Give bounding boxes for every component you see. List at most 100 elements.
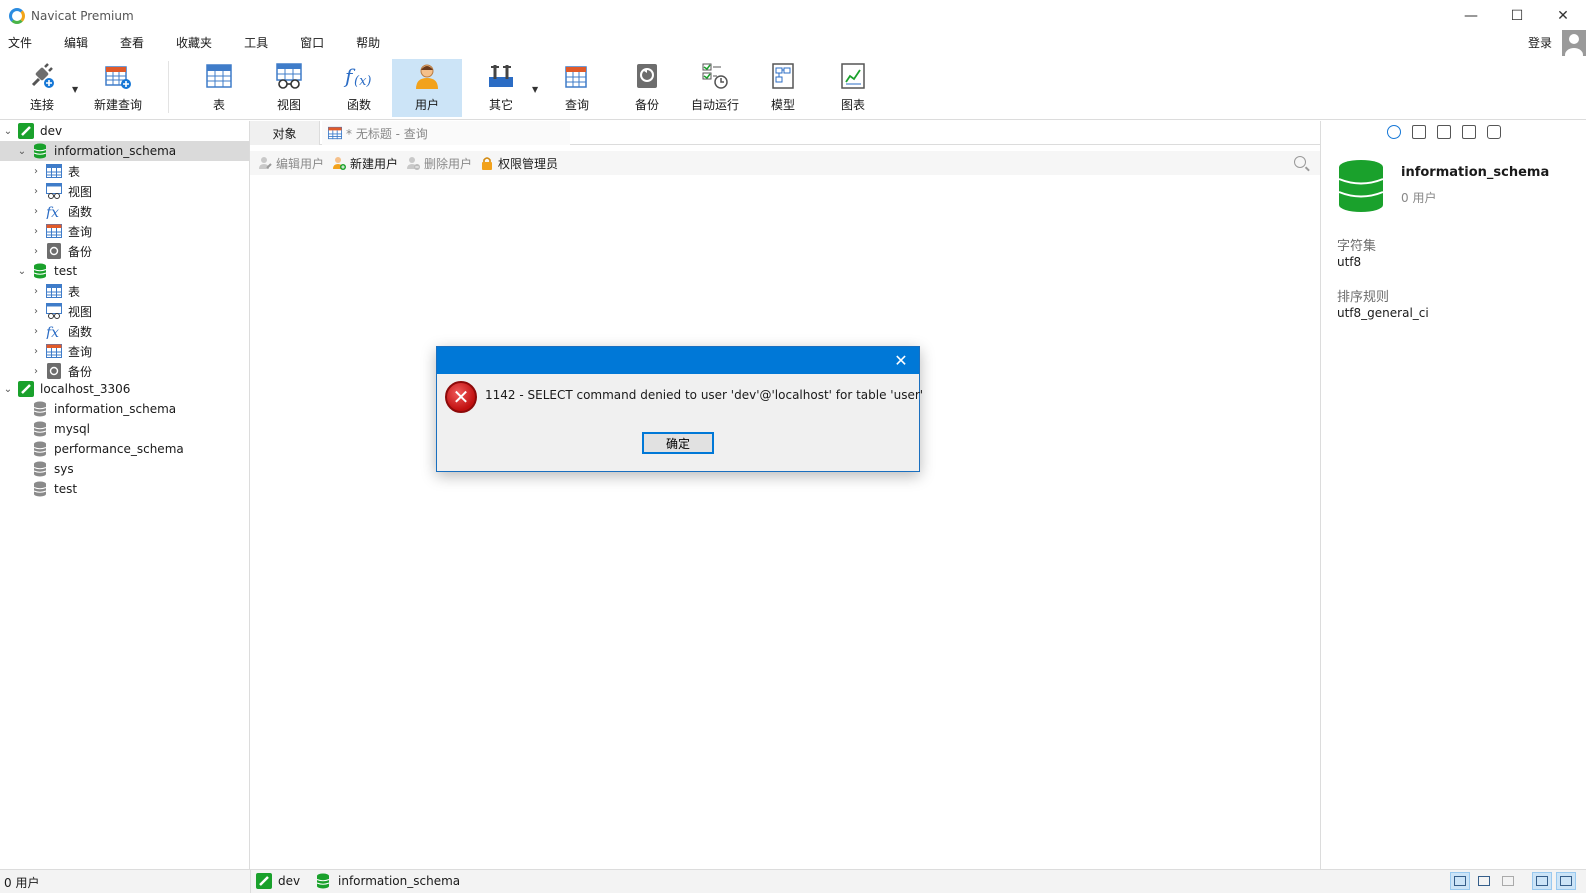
- menu-file[interactable]: 文件: [0, 31, 40, 55]
- menu-help[interactable]: 帮助: [348, 31, 388, 55]
- edit-user-button[interactable]: 编辑用户: [258, 155, 324, 172]
- tree-database-item[interactable]: performance_schema: [0, 439, 249, 459]
- title-bar: Navicat Premium — ☐ ✕: [0, 0, 1586, 31]
- tree-item-views[interactable]: › 视图: [0, 181, 249, 201]
- chevron-right-icon[interactable]: ›: [30, 186, 42, 197]
- tree-item-tables[interactable]: › 表: [0, 281, 249, 301]
- tree-item-queries[interactable]: › 查询: [0, 221, 249, 241]
- tree-connection-localhost[interactable]: ⌄ localhost_3306: [0, 379, 249, 399]
- error-message: 1142 - SELECT command denied to user 'de…: [485, 388, 924, 402]
- tree-item-tables[interactable]: › 表: [0, 161, 249, 181]
- connect-dropdown-icon[interactable]: ▼: [72, 85, 78, 94]
- toggle-left-panel-icon[interactable]: [1532, 872, 1552, 890]
- tree-label: test: [54, 482, 78, 496]
- menu-view[interactable]: 查看: [112, 31, 152, 55]
- minimize-button[interactable]: —: [1448, 0, 1494, 31]
- object-workspace: 对象 * 无标题 - 查询 编辑用户 新建用户 删除用户 权限管理员: [250, 121, 1320, 869]
- chevron-right-icon[interactable]: ›: [30, 246, 42, 257]
- view-icon: [273, 60, 305, 92]
- dialog-close-button[interactable]: ✕: [891, 350, 911, 370]
- tree-label: information_schema: [54, 144, 177, 158]
- chevron-down-icon[interactable]: ⌄: [16, 266, 28, 277]
- menu-favorites[interactable]: 收藏夹: [168, 31, 220, 55]
- info-icon[interactable]: [1387, 125, 1401, 139]
- tree-item-queries[interactable]: › 查询: [0, 341, 249, 361]
- error-dialog: ✕ ✕ 1142 - SELECT command denied to user…: [436, 346, 924, 472]
- new-user-button[interactable]: 新建用户: [332, 155, 398, 172]
- search-icon[interactable]: [1294, 156, 1306, 168]
- toolbar-chart-button[interactable]: 图表: [826, 59, 880, 117]
- tree-database-item[interactable]: sys: [0, 459, 249, 479]
- login-link[interactable]: 登录: [1528, 31, 1552, 55]
- maximize-button[interactable]: ☐: [1494, 0, 1540, 31]
- tree-database-test[interactable]: ⌄ test: [0, 261, 249, 281]
- lock-icon[interactable]: [1487, 125, 1501, 139]
- chevron-right-icon[interactable]: ›: [30, 166, 42, 177]
- toolbar-view-button[interactable]: 视图: [262, 59, 316, 117]
- toolbar-table-button[interactable]: 表: [192, 59, 246, 117]
- charset-label: 字符集: [1337, 239, 1377, 254]
- navicat-logo-icon: [9, 7, 25, 24]
- tree-database-information-schema[interactable]: ⌄ information_schema: [0, 141, 249, 161]
- chevron-right-icon[interactable]: ›: [30, 346, 42, 357]
- chevron-down-icon[interactable]: ⌄: [16, 146, 28, 157]
- tree-database-item[interactable]: mysql: [0, 419, 249, 439]
- chevron-right-icon[interactable]: ›: [30, 226, 42, 237]
- detail-view-icon[interactable]: [1498, 872, 1518, 890]
- toolbar-autorun-button[interactable]: 自动运行: [686, 59, 744, 117]
- ddl-icon[interactable]: [1412, 125, 1426, 139]
- tree-connection-dev[interactable]: ⌄ dev: [0, 121, 249, 141]
- tree-label: sys: [54, 462, 74, 476]
- chevron-down-icon[interactable]: ⌄: [2, 384, 14, 395]
- tab-untitled-query[interactable]: * 无标题 - 查询: [322, 121, 570, 145]
- toolbar-new-query-button[interactable]: 新建查询: [88, 59, 148, 117]
- table-icon: [46, 283, 62, 299]
- delete-user-button[interactable]: 删除用户: [406, 155, 472, 172]
- privilege-manager-button[interactable]: 权限管理员: [480, 155, 558, 172]
- toolbar-connect-button[interactable]: 连接: [16, 59, 68, 117]
- toolbar-user-button[interactable]: 用户: [392, 59, 462, 117]
- toolbar-backup-label: 备份: [634, 98, 659, 112]
- tree-database-item[interactable]: information_schema: [0, 399, 249, 419]
- toolbar-model-button[interactable]: 模型: [756, 59, 810, 117]
- grid-view-icon[interactable]: [1450, 872, 1470, 890]
- toolbar-backup-button[interactable]: 备份: [620, 59, 674, 117]
- chevron-right-icon[interactable]: ›: [30, 326, 42, 337]
- toggle-right-panel-icon[interactable]: [1556, 872, 1576, 890]
- other-dropdown-icon[interactable]: ▼: [532, 85, 538, 94]
- tree-item-functions[interactable]: › fx 函数: [0, 321, 249, 341]
- main-toolbar: 连接 ▼ 新建查询 表 视图 f (x) 函数 用户 其它 ▼ 查询 备份 自动…: [0, 55, 1586, 120]
- tree-item-functions[interactable]: › fx 函数: [0, 201, 249, 221]
- list-view-icon[interactable]: [1474, 872, 1494, 890]
- chevron-right-icon[interactable]: ›: [30, 306, 42, 317]
- new-query-icon: [102, 60, 134, 92]
- menu-edit[interactable]: 编辑: [56, 31, 96, 55]
- tree-label: 备份: [68, 364, 93, 379]
- toolbar-function-button[interactable]: f (x) 函数: [332, 59, 386, 117]
- toolbar-query-label: 查询: [564, 98, 589, 112]
- close-window-button[interactable]: ✕: [1540, 0, 1586, 31]
- menu-tools[interactable]: 工具: [236, 31, 276, 55]
- connection-icon: [18, 381, 34, 397]
- toolbar-other-button[interactable]: 其它: [474, 59, 528, 117]
- info-panel-tabs: [1387, 125, 1512, 139]
- tree-item-backups[interactable]: › 备份: [0, 241, 249, 261]
- schema-icon[interactable]: [1462, 125, 1476, 139]
- user-icon: [411, 60, 443, 92]
- tree-label: 表: [68, 284, 81, 299]
- toolbar-query-button[interactable]: 查询: [550, 59, 604, 117]
- ok-button[interactable]: 确定: [642, 432, 714, 454]
- tree-item-backups[interactable]: › 备份: [0, 361, 249, 381]
- tree-item-views[interactable]: › 视图: [0, 301, 249, 321]
- chevron-down-icon[interactable]: ⌄: [2, 126, 14, 137]
- connection-tree: ⌄ dev ⌄ information_schema › 表 › 视图 › fx…: [0, 121, 250, 869]
- menu-window[interactable]: 窗口: [292, 31, 332, 55]
- backup-icon: [46, 363, 62, 379]
- chevron-right-icon[interactable]: ›: [30, 206, 42, 217]
- chevron-right-icon[interactable]: ›: [30, 366, 42, 377]
- chevron-right-icon[interactable]: ›: [30, 286, 42, 297]
- avatar-icon[interactable]: [1562, 30, 1586, 56]
- tree-database-item[interactable]: test: [0, 479, 249, 499]
- tab-objects[interactable]: 对象: [250, 121, 320, 145]
- dependency-icon[interactable]: [1437, 125, 1451, 139]
